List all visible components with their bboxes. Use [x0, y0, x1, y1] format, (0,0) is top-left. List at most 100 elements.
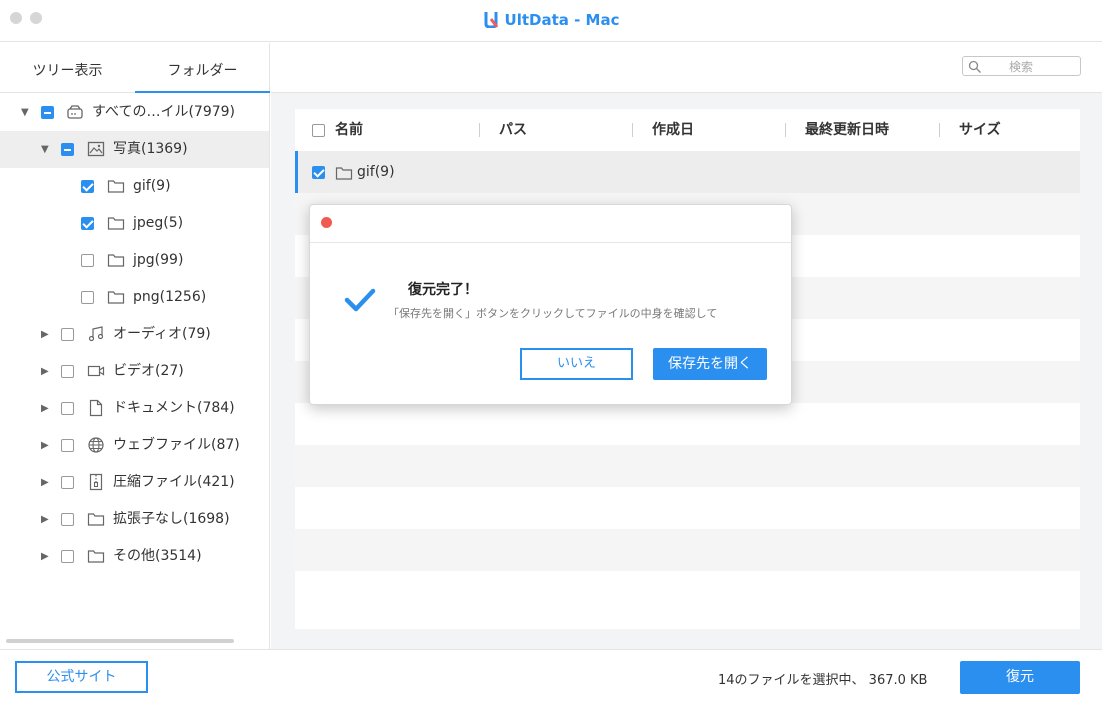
restore-button[interactable]: 復元 [960, 661, 1080, 694]
tree-item-no-extension[interactable]: ▶ 拡張子なし(1698) [0, 501, 269, 538]
expand-right-icon[interactable]: ▶ [41, 501, 53, 538]
tree-item-jpeg[interactable]: jpeg(5) [0, 205, 269, 242]
search-placeholder: 検索 [1009, 60, 1034, 74]
dialog-title: 復元完了！ [408, 282, 478, 298]
tree-item-video[interactable]: ▶ ビデオ(27) [0, 353, 269, 390]
tree-checkbox[interactable] [61, 476, 74, 489]
open-destination-button[interactable]: 保存先を開く [653, 348, 767, 380]
image-icon [87, 141, 105, 157]
row-name: gif(9) [357, 164, 395, 180]
tree-item-other[interactable]: ▶ その他(3514) [0, 538, 269, 575]
no-button[interactable]: いいえ [520, 348, 633, 380]
tree-item-gif[interactable]: gif(9) [0, 168, 269, 205]
select-all-checkbox[interactable] [312, 124, 325, 137]
restore-complete-dialog: 復元完了！ 「保存先を開く」ボタンをクリックしてファイルの中身を確認して いいえ… [309, 204, 792, 405]
expand-right-icon[interactable]: ▶ [41, 353, 53, 390]
expand-right-icon[interactable]: ▶ [41, 464, 53, 501]
tree-item-label: ビデオ(27) [113, 363, 184, 379]
official-site-button[interactable]: 公式サイト [15, 661, 148, 693]
tree-item-web-files[interactable]: ▶ ウェブファイル(87) [0, 427, 269, 464]
tree-checkbox[interactable] [81, 254, 94, 267]
column-header-name[interactable]: 名前 [335, 109, 363, 151]
expand-down-icon[interactable]: ▼ [21, 94, 33, 131]
archive-icon [89, 473, 103, 491]
horizontal-scrollbar[interactable] [6, 639, 234, 643]
table-row[interactable]: gif(9) [295, 151, 1080, 193]
tree-item-label: ウェブファイル(87) [113, 437, 240, 453]
empty-row [295, 571, 1080, 613]
column-header-path[interactable]: パス [499, 109, 527, 151]
tree-item-archives[interactable]: ▶ 圧縮ファイル(421) [0, 464, 269, 501]
document-icon [89, 399, 103, 417]
dialog-close-button[interactable] [321, 217, 332, 228]
expand-right-icon[interactable]: ▶ [41, 316, 53, 353]
tree-item-audio[interactable]: ▶ オーディオ(79) [0, 316, 269, 353]
tree-checkbox[interactable] [61, 550, 74, 563]
empty-row [295, 529, 1080, 571]
tree-checkbox[interactable] [81, 217, 94, 230]
tree-checkbox[interactable] [61, 328, 74, 341]
expand-right-icon[interactable]: ▶ [41, 390, 53, 427]
tab-folder-view[interactable]: フォルダー [135, 43, 270, 93]
footer-bar: 公式サイト 14のファイルを選択中、 367.0 KB 復元 [0, 649, 1102, 702]
tree-item-label: 拡張子なし(1698) [113, 511, 230, 527]
tree-item-png[interactable]: png(1256) [0, 279, 269, 316]
tree-item-documents[interactable]: ▶ ドキュメント(784) [0, 390, 269, 427]
column-divider[interactable] [785, 123, 786, 137]
tree-item-all-files[interactable]: ▼ すべての…イル(7979) [0, 94, 269, 131]
tree-item-label: その他(3514) [113, 548, 202, 564]
expand-right-icon[interactable]: ▶ [41, 427, 53, 464]
folder-icon [107, 180, 125, 193]
expand-down-icon[interactable]: ▼ [41, 131, 53, 168]
tree-item-label: 写真(1369) [113, 141, 188, 157]
tree-checkbox[interactable] [81, 180, 94, 193]
window-title: UltData - Mac [0, 10, 1102, 29]
expand-right-icon[interactable]: ▶ [41, 538, 53, 575]
tree-item-jpg[interactable]: jpg(99) [0, 242, 269, 279]
video-icon [87, 365, 105, 377]
drive-icon [67, 105, 83, 119]
checkmark-icon [344, 288, 376, 312]
tree-item-label: ドキュメント(784) [113, 400, 235, 416]
tree-item-label: png(1256) [133, 289, 207, 305]
tree-checkbox[interactable] [61, 513, 74, 526]
search-input[interactable]: 検索 [962, 56, 1081, 76]
tree-item-photos[interactable]: ▼ 写真(1369) [0, 131, 269, 168]
dialog-header [310, 205, 791, 243]
tree-item-label: 圧縮ファイル(421) [113, 474, 235, 490]
tree-item-label: オーディオ(79) [113, 326, 211, 342]
folder-icon [107, 217, 125, 230]
selection-status: 14のファイルを選択中、 367.0 KB [718, 673, 928, 688]
tree-checkbox[interactable] [61, 143, 74, 156]
search-icon [968, 60, 981, 73]
sidebar: ツリー表示 フォルダー ▼ すべての…イル(7979) ▼ 写真(1369) g… [0, 43, 270, 649]
tree-item-label: jpeg(5) [133, 215, 184, 231]
column-header-created[interactable]: 作成日 [652, 109, 694, 151]
title-bar: UltData - Mac [0, 0, 1102, 42]
tree-item-label: jpg(99) [133, 252, 184, 268]
column-divider[interactable] [632, 123, 633, 137]
column-header-modified[interactable]: 最終更新日時 [805, 109, 889, 151]
column-divider[interactable] [479, 123, 480, 137]
tree-item-label: すべての…イル(7979) [92, 104, 236, 120]
tree-checkbox[interactable] [61, 365, 74, 378]
column-divider[interactable] [939, 123, 940, 137]
tree-item-label: gif(9) [133, 178, 171, 194]
folder-icon [107, 291, 125, 304]
tree-checkbox[interactable] [81, 291, 94, 304]
folder-icon [335, 167, 353, 180]
tree-checkbox[interactable] [41, 106, 54, 119]
folder-icon [107, 254, 125, 267]
folder-icon [87, 513, 105, 526]
dialog-message: 「保存先を開く」ボタンをクリックしてファイルの中身を確認して [388, 307, 718, 320]
main-toolbar: 検索 [271, 43, 1102, 93]
row-checkbox[interactable] [312, 166, 325, 179]
view-tabs: ツリー表示 フォルダー [0, 43, 270, 93]
empty-row [295, 445, 1080, 487]
column-header-size[interactable]: サイズ [959, 109, 1001, 151]
tab-tree-view[interactable]: ツリー表示 [0, 43, 135, 93]
music-icon [88, 326, 104, 342]
tree-checkbox[interactable] [61, 439, 74, 452]
folder-icon [87, 550, 105, 563]
tree-checkbox[interactable] [61, 402, 74, 415]
